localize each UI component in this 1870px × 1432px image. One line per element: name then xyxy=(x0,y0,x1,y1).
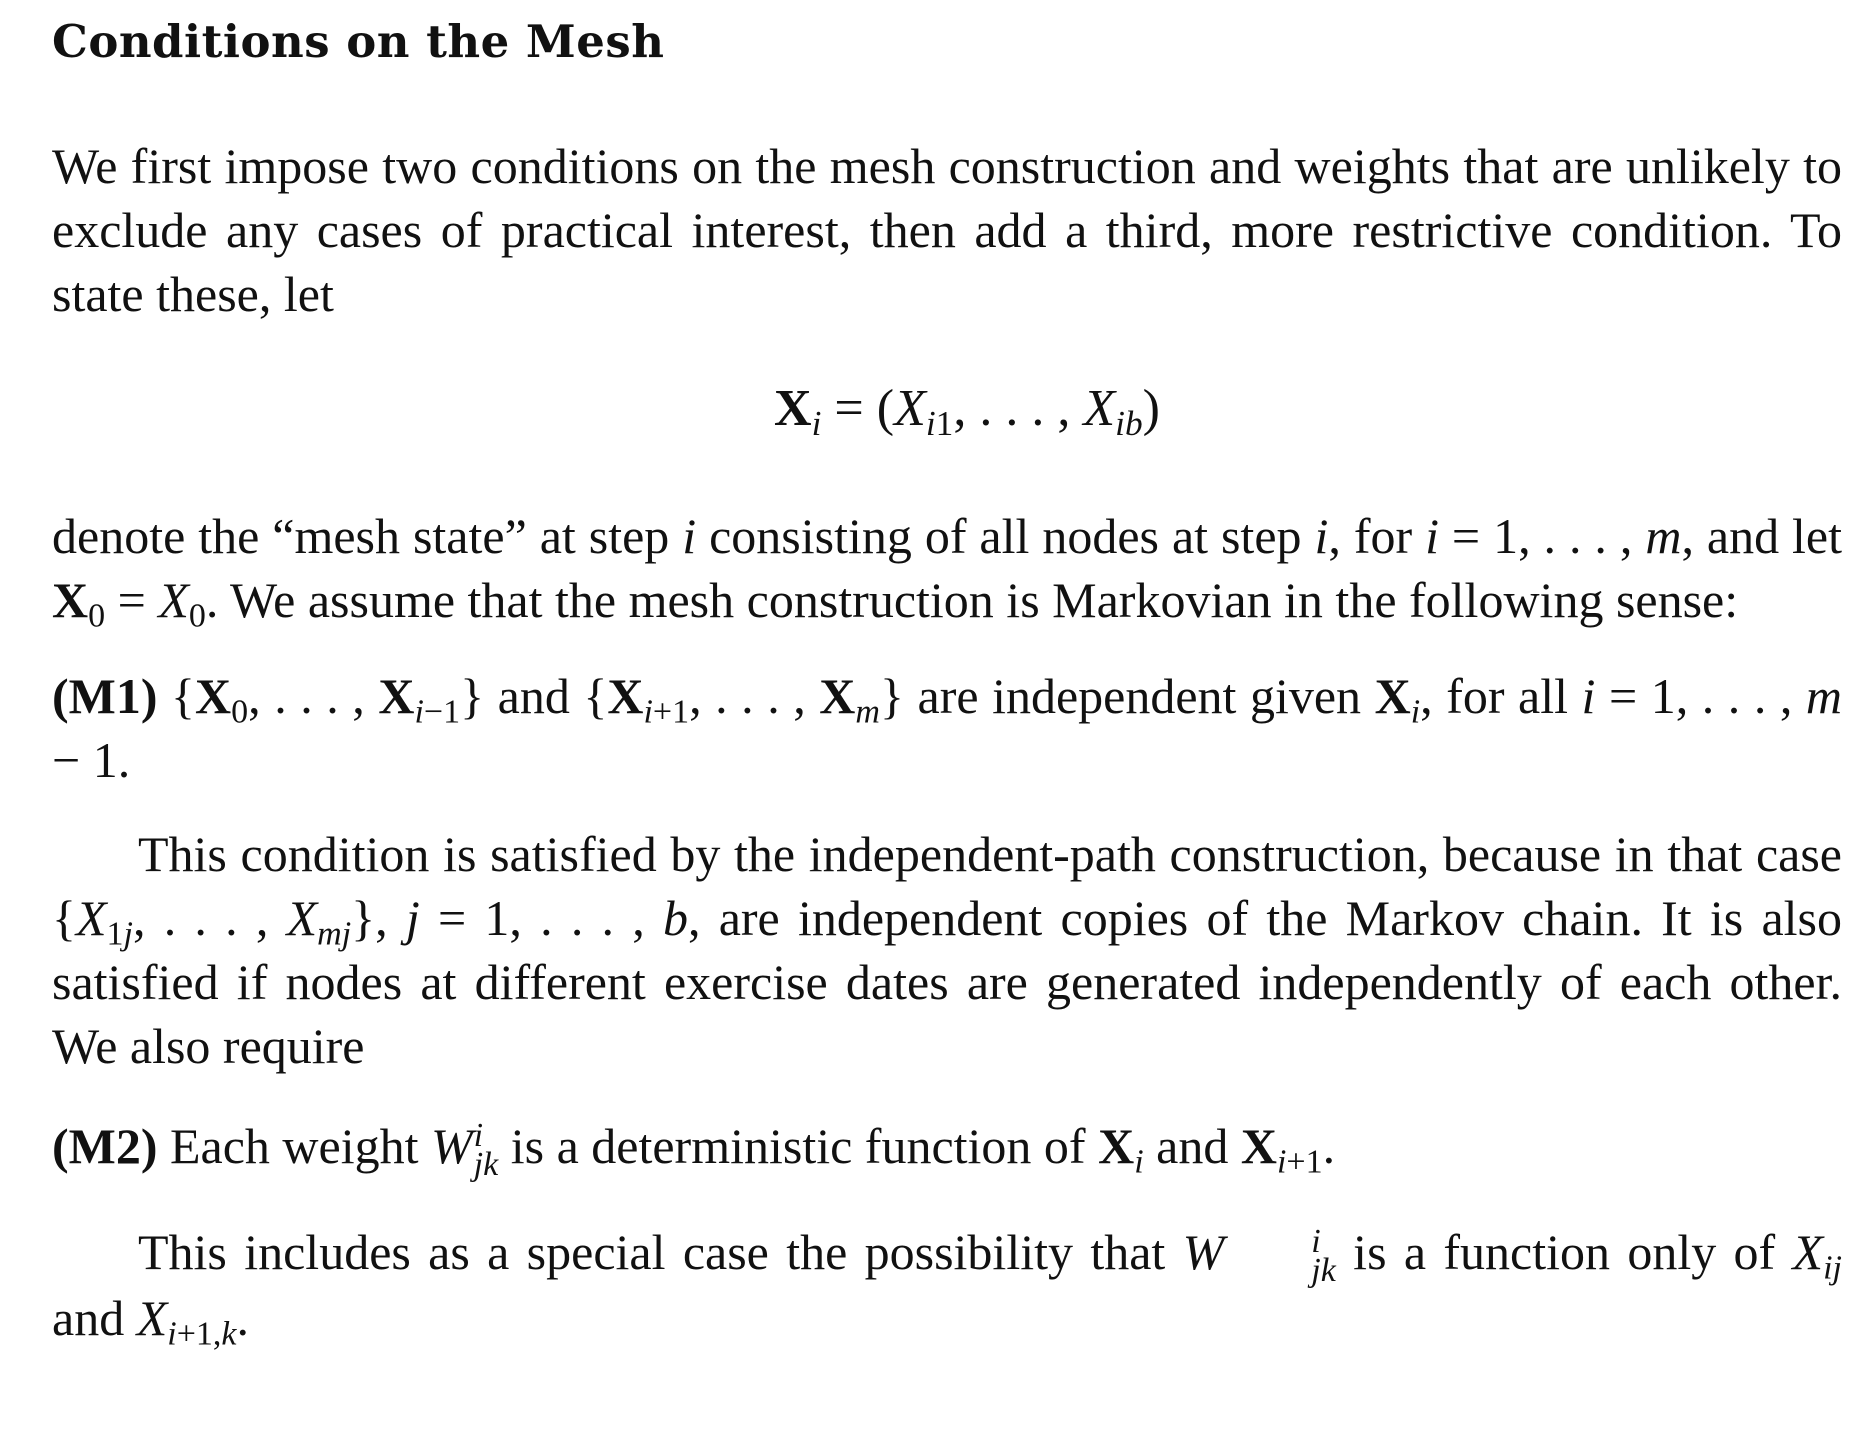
condition-m1-label: (M1) xyxy=(52,668,158,724)
condition-m2-label: (M2) xyxy=(52,1118,158,1174)
condition-m1: (M1) {X0, . . . , Xi−1} and {Xi+1, . . .… xyxy=(52,668,1843,788)
paragraph-intro: We first impose two conditions on the me… xyxy=(52,138,1842,322)
paragraph-m2-discussion: This includes as a special case the poss… xyxy=(52,1222,1842,1353)
paragraph-mesh-state: denote the “mesh state” at step i consis… xyxy=(52,508,1843,635)
condition-m2: (M2) Each weight Wi jk is a deterministic… xyxy=(52,1116,1336,1183)
section-heading: Conditions on the Mesh xyxy=(52,15,665,68)
paragraph-m1-discussion: This condition is satisfied by the indep… xyxy=(52,826,1843,1074)
mesh-state-equation: Xi = (Xi1, . . . , Xib) xyxy=(774,380,1160,443)
page-content: Conditions on the Mesh We first impose t… xyxy=(52,10,1843,1353)
